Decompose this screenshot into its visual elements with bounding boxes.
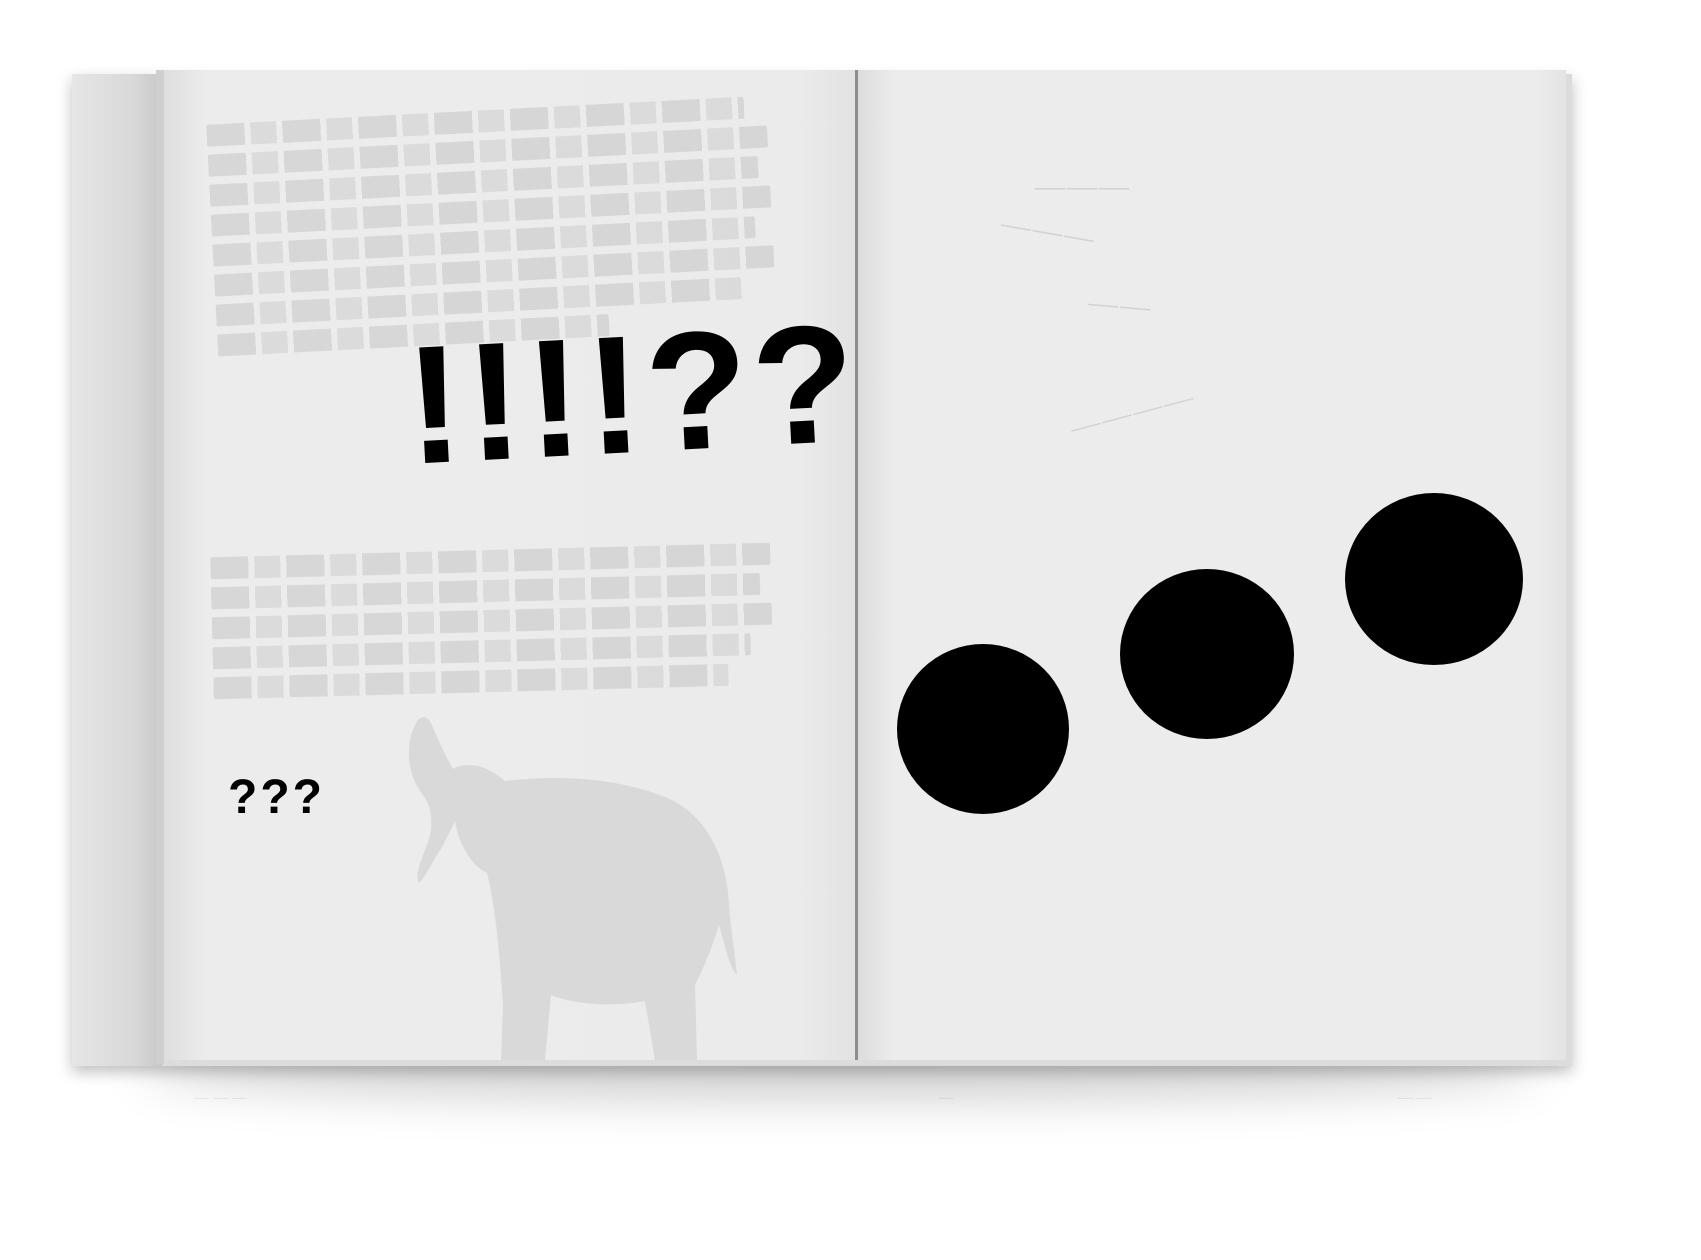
left-page: — — —: [164, 70, 856, 1106]
photo-scene: — — — ——— ——— —— ———— — — — !!!!?? ???: [0, 0, 1701, 1260]
exclamation-question-headline: !!!!??: [401, 288, 864, 500]
cover-edge: [72, 74, 162, 1066]
book-gutter: [855, 70, 858, 1060]
ellipsis-dot-3: [1345, 493, 1523, 665]
left-folio-ghost: — — —: [194, 1090, 247, 1106]
show-through-word-2: ———: [995, 210, 1097, 261]
show-through-word-3: ——: [1084, 290, 1152, 329]
page-stack-edge: [156, 70, 164, 1064]
show-through-text-middle: [210, 542, 774, 708]
right-folio-ghost-2: — —: [1398, 1090, 1432, 1106]
ellipsis-dot-2: [1120, 569, 1294, 739]
elephant-silhouette-icon: [408, 717, 737, 1060]
ellipsis-dot-1: [897, 644, 1069, 814]
show-through-word-4: ————: [1066, 384, 1199, 450]
small-question-marks: ???: [228, 771, 325, 824]
right-folio-ghost: —: [938, 1090, 953, 1106]
show-through-word-1: ———: [1033, 175, 1129, 208]
